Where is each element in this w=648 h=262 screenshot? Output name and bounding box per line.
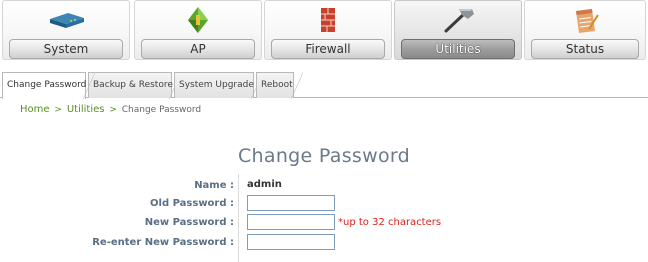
utilities-button[interactable]: Utilities [401,39,515,59]
form-divider [238,174,239,262]
firewall-icon [321,8,335,32]
firewall-button[interactable]: Firewall [271,39,385,59]
old-password-label: Old Password : [150,198,234,209]
reenter-password-label: Re-enter New Password : [92,237,234,248]
reenter-password-field[interactable] [247,234,335,250]
tab-backup-restore-label: Backup & Restore [93,80,173,90]
page-title: Change Password [237,145,411,167]
nav-tile-status[interactable]: Status [524,0,646,60]
ap-button[interactable]: AP [141,39,255,59]
breadcrumb: Home > Utilities > Change Password [20,104,201,115]
breadcrumb-separator: > [54,105,62,115]
tab-system-upgrade[interactable]: System Upgrade [174,72,263,99]
breadcrumb-separator: > [109,105,117,115]
name-label: Name : [194,180,234,191]
router-icon [50,13,84,28]
access-point-icon [188,7,208,33]
name-value: admin [247,179,282,190]
tab-backup-restore[interactable]: Backup & Restore [88,72,181,99]
nav-tile-ap[interactable]: AP [134,0,262,60]
tab-reboot[interactable]: Reboot [256,72,303,99]
tab-change-password-label: Change Password [7,80,87,90]
nav-tile-system[interactable]: System [2,0,130,60]
tab-change-password[interactable]: Change Password [2,72,95,99]
tab-slant [291,72,303,99]
new-password-field[interactable] [247,214,335,230]
main-navigation: System AP Firewall Utilities Status [0,0,648,62]
status-button[interactable]: Status [531,39,639,59]
notepad-icon [576,9,599,33]
nav-tile-utilities[interactable]: Utilities [394,0,522,60]
system-button[interactable]: System [9,39,123,59]
utilities-subtabs: Change Password Backup & Restore System … [0,68,648,99]
tab-reboot-label: Reboot [261,80,293,90]
breadcrumb-utilities-link[interactable]: Utilities [67,104,105,115]
tab-slant [83,72,95,99]
tab-system-upgrade-label: System Upgrade [179,80,254,90]
breadcrumb-current: Change Password [121,105,202,115]
breadcrumb-home-link[interactable]: Home [20,104,50,115]
nav-tile-firewall[interactable]: Firewall [264,0,392,60]
new-password-hint: *up to 32 characters [338,217,442,228]
new-password-label: New Password : [144,217,234,228]
old-password-field[interactable] [247,195,335,211]
hammer-icon [444,9,474,33]
